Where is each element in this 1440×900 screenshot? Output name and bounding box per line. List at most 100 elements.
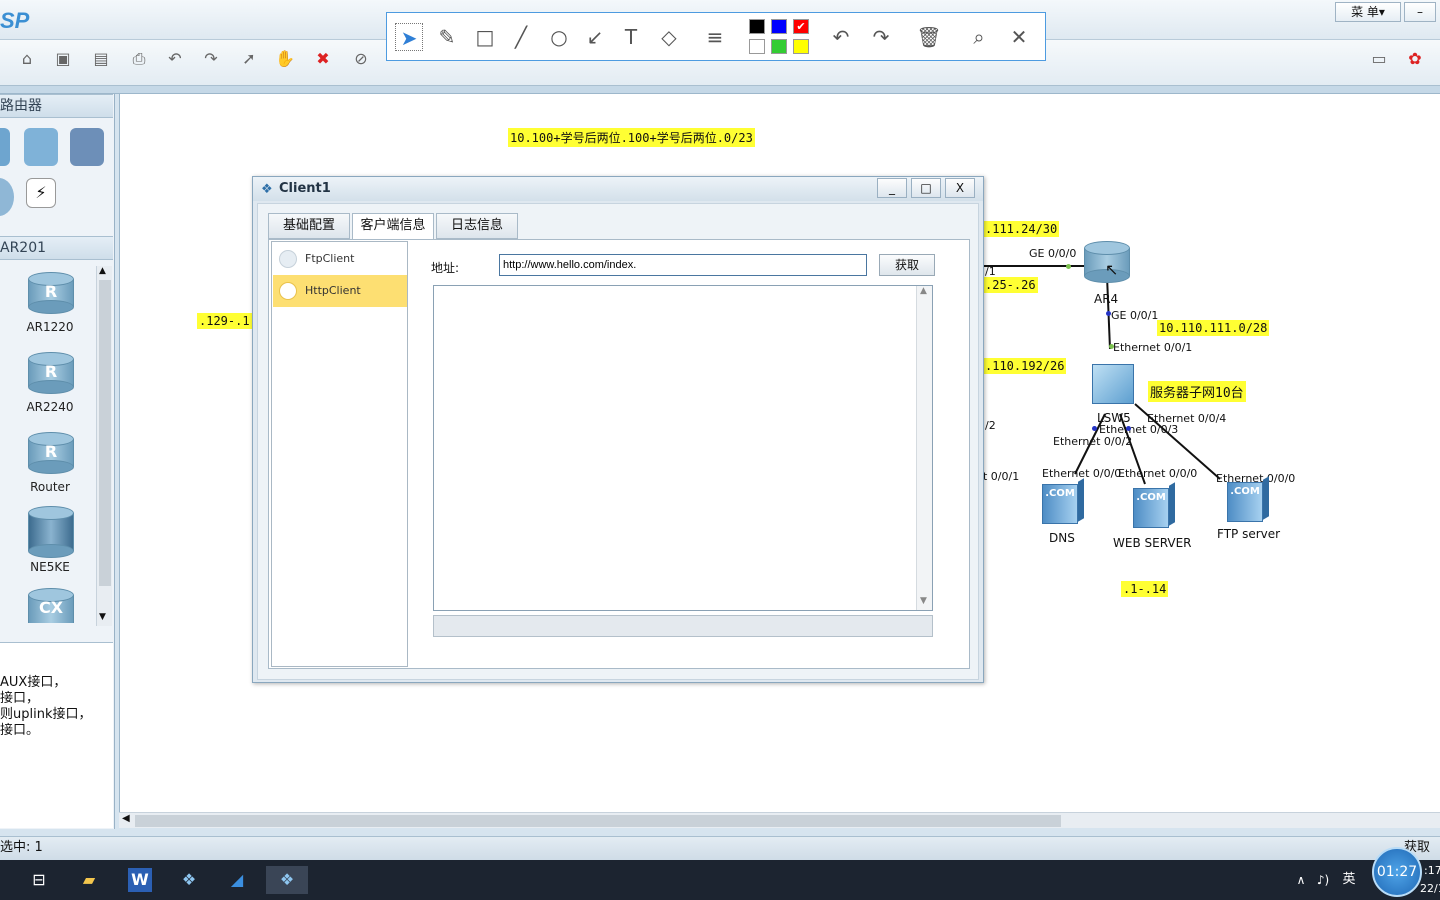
color-swatch-red[interactable]: ✔ [793,19,809,34]
hand-icon[interactable]: ✋ [272,48,298,70]
series-header: AR201 [0,236,113,260]
radio-dot-icon [279,282,297,300]
zoom-icon[interactable]: ⌕ [965,23,993,51]
canvas-horizontal-scrollbar[interactable]: ◀ [119,812,1440,828]
address-input[interactable] [499,254,867,276]
interface-label: /2 [985,419,996,432]
color-swatch-black[interactable] [749,19,765,34]
select-arrow-icon[interactable]: ➤ [395,23,423,51]
line-width-icon[interactable]: ≡ [701,23,729,51]
undo-icon[interactable]: ↶ [162,48,188,70]
tab-basic-config[interactable]: 基础配置 [268,213,350,239]
scroll-up-icon[interactable]: ▲ [920,286,927,296]
firewall-icon[interactable] [70,128,104,166]
tab-client-info[interactable]: 客户端信息 [352,213,434,241]
client1-dialog: ❖ Client1 _ □ X 基础配置 客户端信息 日志信息 FtpClien… [252,176,984,683]
text-icon[interactable]: T [617,23,645,51]
minimize-app-button[interactable]: – [1404,2,1436,22]
task-view-icon[interactable]: ⊟ [22,866,56,894]
arrow-icon[interactable]: ↙ [581,23,609,51]
home-icon[interactable]: ⌂ [14,48,40,70]
menu-button[interactable]: 菜 单▾ [1335,2,1401,22]
file-explorer-icon[interactable]: ▰ [72,866,106,894]
list-item-ftpclient[interactable]: FtpClient [273,243,407,275]
annotation-toolbar: ➤ ✎ □ ╱ ○ ↙ T ◇ ≡ ✔ ↶ ↷ 🗑 ⌕ ✕ [386,12,1046,61]
router-icon[interactable]: R [28,432,74,474]
trash-icon[interactable]: 🗑 [915,23,943,51]
dialog-titlebar[interactable]: ❖ Client1 _ □ X [253,177,983,201]
dns-server[interactable]: .COM [1042,478,1084,524]
device-name: DNS [1049,531,1075,545]
dialog-maximize-button[interactable]: □ [911,178,941,198]
ellipse-icon[interactable]: ○ [545,23,573,51]
dialog-minimize-button[interactable]: _ [877,178,907,198]
lsw5-switch[interactable] [1092,364,1134,404]
undo-icon[interactable]: ↶ [827,23,855,51]
tab-log-info[interactable]: 日志信息 [436,213,518,239]
redo-icon[interactable]: ↷ [867,23,895,51]
scroll-thumb[interactable] [99,280,111,586]
radio-dot-icon [279,250,297,268]
scroll-down-icon[interactable]: ▼ [99,612,106,622]
ar1220-icon[interactable]: R [28,272,74,314]
wireshark-icon[interactable]: ◢ [220,866,254,894]
eraser-icon[interactable]: ◇ [655,23,683,51]
scroll-left-icon[interactable]: ◀ [122,813,130,824]
response-scrollbar[interactable]: ▲ ▼ [916,286,932,610]
color-swatch-yellow[interactable] [793,39,809,54]
wireless-router-icon[interactable] [24,128,58,166]
dialog-title: Client1 [279,181,331,196]
ime-language[interactable]: 英 [1332,866,1366,894]
scroll-thumb[interactable] [135,815,1061,827]
ftp-server[interactable]: .COM [1227,476,1269,522]
ensp-icon[interactable]: ❖ [172,866,206,894]
list-item-httpclient[interactable]: HttpClient [273,275,407,307]
save-icon[interactable]: ▣ [50,48,76,70]
pen-icon[interactable]: ✎ [433,23,461,51]
line-icon[interactable]: ╱ [507,23,535,51]
interface-label: GE 0/0/1 [1111,309,1159,322]
web-server[interactable]: .COM [1133,482,1175,528]
ar2240-icon[interactable]: R [28,352,74,394]
interface-label: t 0/0/1 [983,470,1020,483]
color-swatch-blue[interactable] [771,19,787,34]
client-info-panel: FtpClient HttpClient 地址: 获取 ▲ ▼ [268,239,970,669]
ne5ke-icon[interactable] [28,506,74,558]
get-button[interactable]: 获取 [879,254,935,276]
huawei-logo-icon[interactable]: ✿ [1402,48,1428,70]
print-icon[interactable]: ⎙ [126,48,152,70]
ensp-active-icon[interactable]: ❖ [266,866,308,894]
server-range-note: .1-.14 [1121,581,1169,597]
description-line: 接口， [0,691,40,706]
scroll-up-icon[interactable]: ▲ [99,266,106,276]
dialog-body: 基础配置 客户端信息 日志信息 FtpClient HttpClient 地址:… [257,203,979,680]
rectangle-icon[interactable]: □ [471,23,499,51]
chat-icon[interactable]: ▭ [1366,48,1392,70]
cx-icon[interactable]: CX [28,588,74,628]
response-textarea[interactable]: ▲ ▼ [433,285,933,611]
save-as-icon[interactable]: ▤ [88,48,114,70]
delete-all-icon[interactable]: ⊘ [348,48,374,70]
delete-icon[interactable]: ✖ [310,48,336,70]
redo-icon[interactable]: ↷ [198,48,224,70]
client-item-label: FtpClient [305,252,355,265]
com-label: .COM [1136,492,1166,503]
port-dot [1109,344,1114,349]
link-subnet-note: .111.24/30 [983,221,1060,237]
recorder-timer-badge[interactable]: 01:27 [1372,847,1422,897]
color-swatch-green[interactable] [771,39,787,54]
close-icon[interactable]: ✕ [1005,23,1033,51]
mouse-cursor-icon: ↖ [1105,260,1119,279]
scroll-down-icon[interactable]: ▼ [920,596,927,606]
port-dot [1066,264,1071,269]
device-name: LSW5 [1097,411,1131,425]
cloud-icon[interactable] [0,178,14,216]
com-label: .COM [1230,486,1260,497]
device-list-scrollbar[interactable]: ▲ ▼ [96,266,112,626]
router-category-icon[interactable] [0,128,10,166]
color-swatch-white[interactable] [749,39,765,54]
word-icon[interactable]: W [128,868,152,892]
dialog-close-button[interactable]: X [945,178,975,198]
pointer-icon[interactable]: ➚ [236,48,262,70]
lightning-icon[interactable]: ⚡ [26,178,56,208]
